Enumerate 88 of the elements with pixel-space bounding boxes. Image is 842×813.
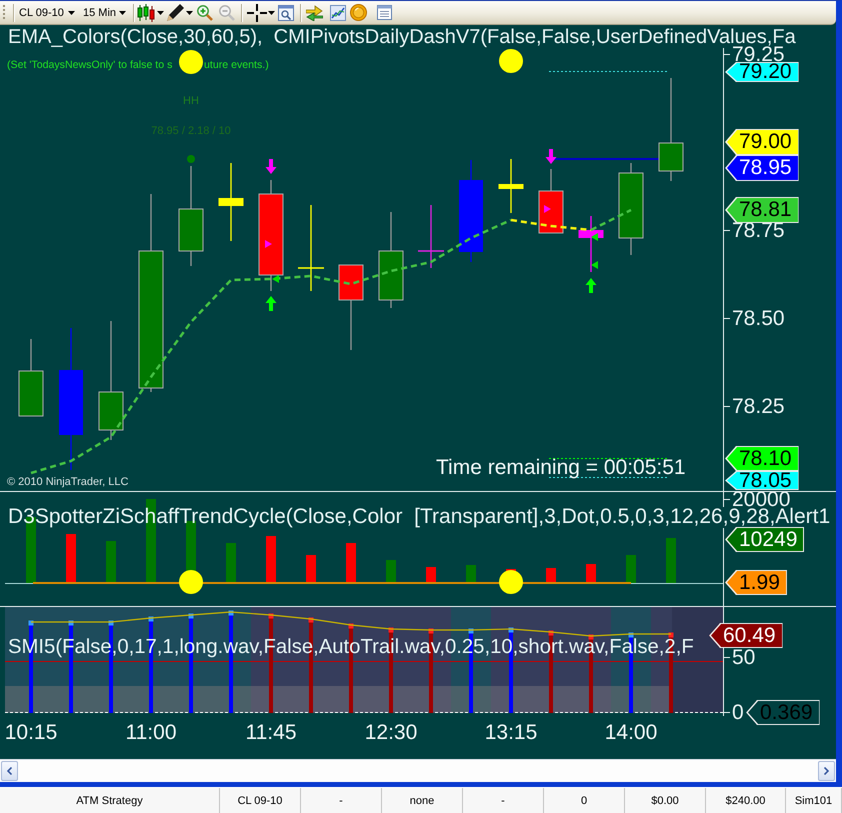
circle-marker-icon	[179, 570, 203, 594]
histogram-bar	[306, 555, 316, 583]
table-icon[interactable]	[377, 5, 392, 20]
histogram-bar	[346, 543, 356, 583]
candle	[498, 159, 524, 213]
price-marker: 10249	[725, 527, 804, 552]
caret-icon[interactable]	[157, 10, 164, 14]
caret-icon[interactable]	[268, 10, 275, 14]
scroll-right-button[interactable]	[818, 761, 835, 781]
circle-marker-icon	[499, 570, 523, 594]
crosshair-icon[interactable]	[247, 4, 267, 22]
histogram-bar	[586, 564, 596, 583]
caret-icon[interactable]	[186, 10, 193, 14]
time-axis-label: 13:15	[484, 723, 538, 743]
time-axis-label: 11:45	[246, 723, 296, 743]
status-cell: -	[301, 788, 382, 813]
histogram-bar	[66, 534, 76, 583]
histogram-bar	[426, 567, 436, 583]
horizontal-scrollbar[interactable]	[0, 759, 836, 782]
histogram-bar	[546, 568, 556, 583]
price-marker: 78.95	[725, 155, 799, 181]
up-arrow-icon	[266, 296, 276, 311]
status-cell: $240.00	[706, 788, 786, 813]
status-cell: $0.00	[625, 788, 706, 813]
triangle-marker-icon	[272, 275, 279, 283]
status-cell: none	[382, 788, 463, 813]
histogram-bar	[266, 536, 276, 583]
axis-label: 78.25	[723, 398, 785, 414]
down-arrow-icon	[546, 149, 556, 164]
histogram-bar	[666, 538, 676, 583]
dot-marker-icon	[187, 155, 195, 163]
news-note: uture events.)	[204, 58, 269, 72]
histogram-bar	[106, 541, 116, 583]
time-axis-label: 10:15	[4, 723, 58, 743]
instrument-dropdown[interactable]: CL 09-10	[17, 4, 77, 22]
price-marker: 60.49	[709, 623, 783, 648]
price-marker: 0.369	[746, 700, 820, 725]
axis-label: 50	[723, 650, 756, 664]
price-marker: 79.00	[725, 129, 799, 155]
axis-label: 0	[723, 704, 744, 720]
status-cell: ATM Strategy	[0, 788, 220, 813]
circle-marker-icon	[499, 49, 523, 73]
triangle-marker-icon	[265, 240, 272, 248]
histogram-bar	[226, 543, 236, 583]
chevron-left-icon	[7, 767, 12, 775]
copyright-text: © 2010 NinjaTrader, LLC	[7, 476, 128, 488]
time-axis-label: 12:30	[364, 723, 418, 743]
price-marker: 1.99	[725, 570, 787, 595]
status-cell: CL 09-10	[220, 788, 301, 813]
histogram-bar	[466, 565, 476, 583]
down-arrow-icon	[266, 159, 276, 174]
price-marker: 79.20	[725, 62, 799, 82]
price-marker: 78.81	[725, 197, 799, 223]
swing-label: HH	[183, 94, 199, 108]
price-marker: 78.05	[725, 471, 799, 490]
arrows-icon[interactable]	[306, 4, 323, 20]
axis-label: 78.50	[723, 310, 785, 326]
up-arrow-icon	[586, 278, 596, 293]
grip-icon[interactable]	[3, 4, 6, 21]
candlestick-icon[interactable]	[137, 4, 155, 22]
chevron-right-icon	[824, 767, 829, 775]
indicator-title: D3SpotterZiSchaffTrendCycle(Close,Color [Transparent],3,Dot,0.5,0,3,12,26,9,28,Alert1	[8, 507, 830, 527]
triangle-marker-icon	[591, 233, 598, 241]
triangle-marker-icon	[591, 261, 598, 269]
interval-dropdown[interactable]: 15 Min	[81, 4, 128, 22]
caret-icon	[68, 10, 75, 14]
candle	[418, 205, 444, 268]
histogram-bar	[386, 560, 396, 583]
circle-marker-icon	[179, 50, 203, 74]
line-chart-icon[interactable]	[330, 4, 346, 20]
axis-label: 79.25	[723, 47, 785, 62]
time-axis-label: 11:00	[126, 723, 176, 743]
triangle-marker-icon	[544, 205, 551, 213]
scroll-left-button[interactable]	[1, 761, 18, 781]
indicator-title: EMA_Colors(Close,30,60,5), CMIPivotsDailyDashV7(False,False,UserDefinedValues,Fa	[8, 28, 796, 47]
price-marker: 78.10	[725, 446, 799, 471]
status-cell: Sim101	[786, 788, 842, 813]
status-cell: -	[463, 788, 544, 813]
news-note: (Set 'TodaysNewsOnly' to false to s	[7, 58, 172, 72]
caret-icon	[119, 10, 126, 14]
coin-icon[interactable]	[350, 4, 367, 21]
window-search-icon[interactable]	[278, 4, 294, 20]
histogram-bar	[626, 555, 636, 583]
status-cell: 0	[544, 788, 625, 813]
time-axis-label: 14:00	[604, 723, 658, 743]
candle	[538, 169, 564, 234]
axis-label: 20000	[723, 492, 790, 507]
pencil-icon[interactable]	[167, 4, 184, 21]
